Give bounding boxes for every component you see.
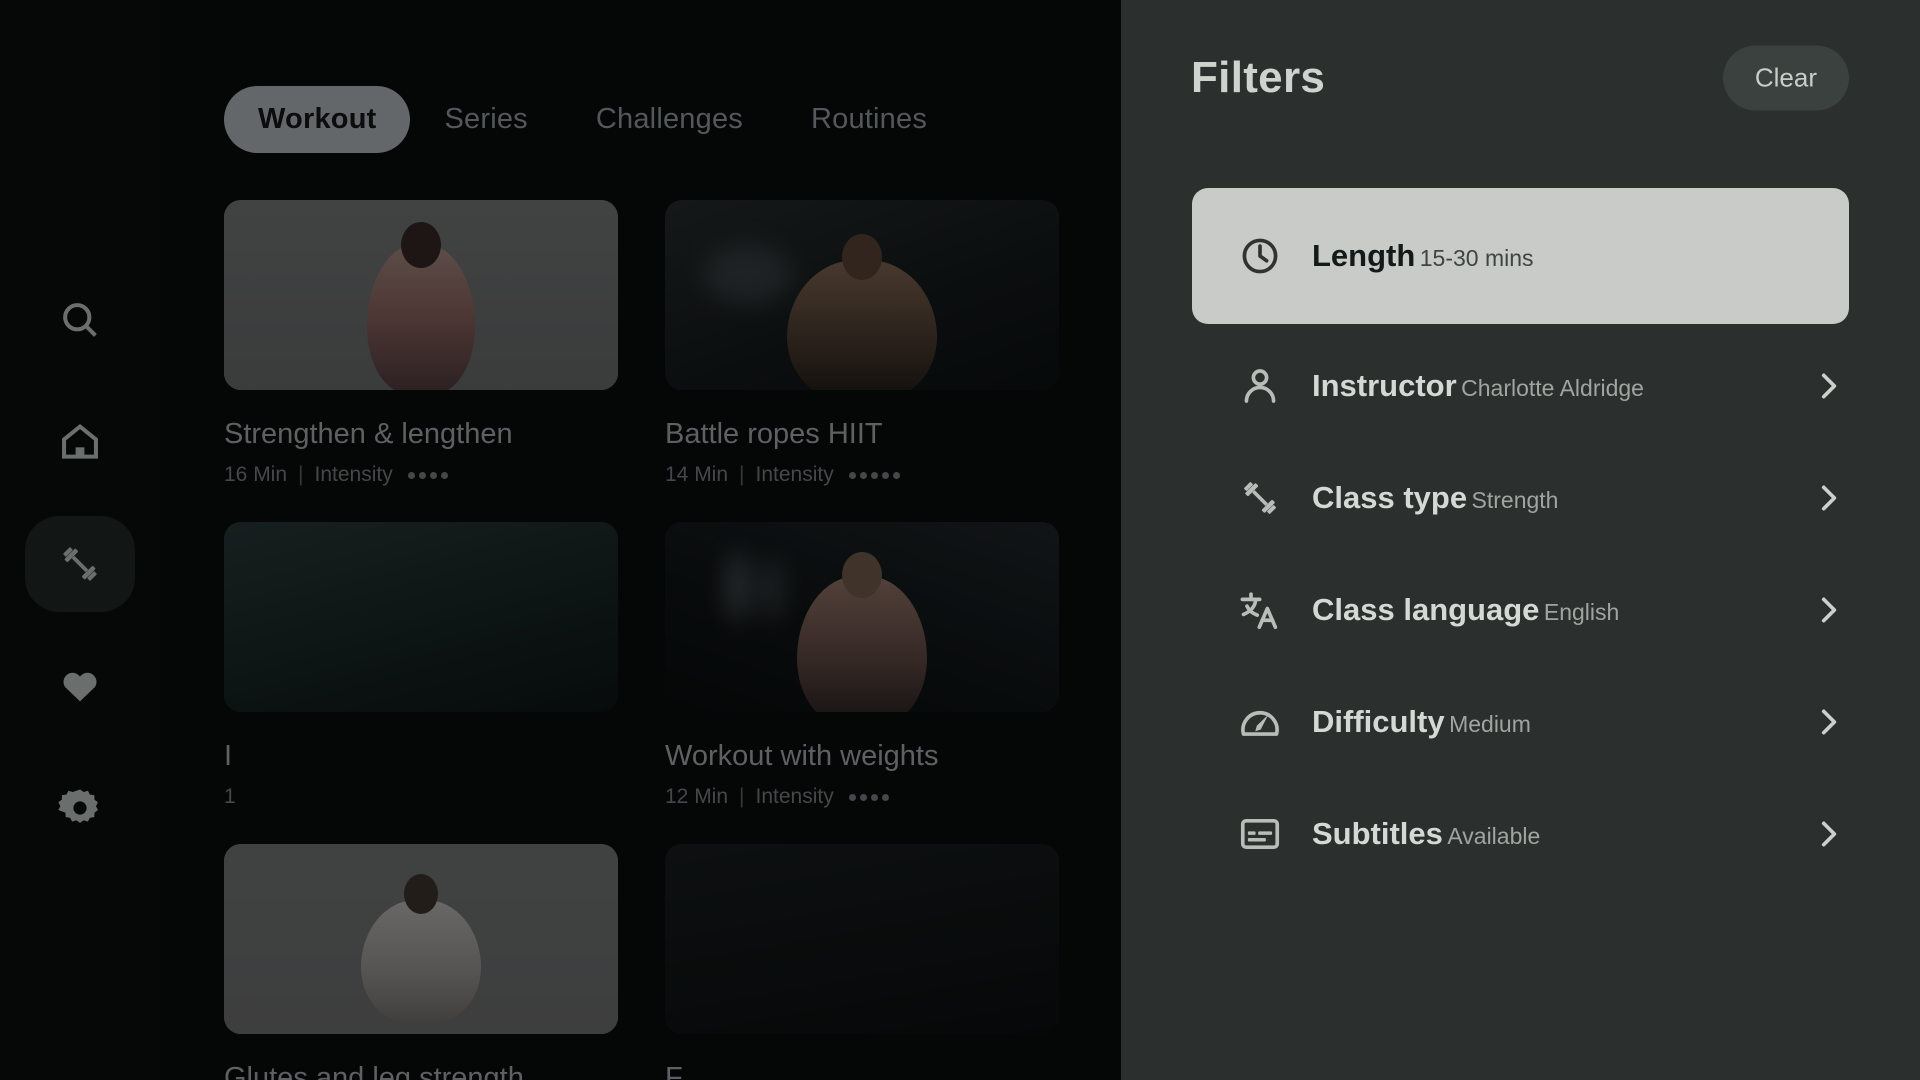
chevron-right-icon[interactable] bbox=[1811, 705, 1845, 739]
sidebar-item-search[interactable] bbox=[25, 272, 135, 368]
card-thumbnail bbox=[665, 522, 1059, 712]
card-intensity-label: Intensity bbox=[755, 785, 834, 808]
card-thumbnail bbox=[224, 522, 618, 712]
filter-text: Class language English bbox=[1312, 592, 1811, 629]
filter-label: Instructor bbox=[1312, 367, 1457, 403]
translate-icon bbox=[1237, 587, 1283, 633]
card-thumbnail bbox=[665, 844, 1059, 1034]
tab-routines[interactable]: Routines bbox=[777, 86, 961, 153]
filter-value: English bbox=[1543, 598, 1620, 625]
intensity-dots bbox=[848, 471, 900, 479]
card-thumbnail bbox=[224, 844, 618, 1034]
left-sidebar bbox=[0, 0, 160, 1080]
tab-challenges[interactable]: Challenges bbox=[562, 86, 777, 153]
card-intensity-label: Intensity bbox=[755, 463, 834, 486]
card-meta: 14 Min | Intensity bbox=[665, 463, 1059, 487]
card-title: Strengthen & lengthen bbox=[224, 418, 513, 450]
dumbbell-icon bbox=[1237, 475, 1283, 521]
card-thumbnail bbox=[224, 200, 618, 390]
chevron-right-icon[interactable] bbox=[1811, 369, 1845, 403]
card-title: I bbox=[224, 740, 233, 772]
filter-value: Medium bbox=[1449, 710, 1531, 737]
card-duration: 16 Min bbox=[224, 463, 288, 486]
filter-value: Available bbox=[1447, 822, 1541, 849]
card-meta: 1 bbox=[224, 785, 618, 809]
chevron-right-icon[interactable] bbox=[1811, 481, 1845, 515]
meta-separator: | bbox=[298, 463, 304, 486]
filter-row-difficulty[interactable]: Difficulty Medium bbox=[1192, 666, 1849, 778]
filter-row-class-type[interactable]: Class type Strength bbox=[1192, 442, 1849, 554]
filter-value: Strength bbox=[1471, 486, 1559, 513]
workout-card[interactable]: Glutes and leg strength 15 Min | Intensi… bbox=[224, 844, 618, 1080]
filter-row-subtitles[interactable]: Subtitles Available bbox=[1192, 778, 1849, 890]
card-duration: 14 Min bbox=[665, 463, 729, 486]
card-duration: 1 bbox=[224, 785, 236, 808]
card-meta: 16 Min | Intensity bbox=[224, 463, 618, 487]
main-content: Workout Series Challenges Routines Stren… bbox=[160, 0, 1122, 1080]
home-icon bbox=[58, 420, 102, 464]
filter-row-length[interactable]: Length 15-30 mins bbox=[1192, 188, 1849, 324]
dumbbell-icon bbox=[57, 541, 103, 587]
workout-card[interactable]: Workout with weights 12 Min | Intensity bbox=[665, 522, 1059, 809]
workout-card[interactable]: Battle ropes HIIT 14 Min | Intensity bbox=[665, 200, 1059, 487]
meta-separator: | bbox=[739, 463, 745, 486]
app-root: Workout Series Challenges Routines Stren… bbox=[0, 0, 1920, 1080]
filter-text: Length 15-30 mins bbox=[1312, 238, 1849, 275]
chevron-right-icon[interactable] bbox=[1811, 593, 1845, 627]
filter-label: Subtitles bbox=[1312, 815, 1443, 851]
card-duration: 12 Min bbox=[665, 785, 729, 808]
filter-row-instructor[interactable]: Instructor Charlotte Aldridge bbox=[1192, 330, 1849, 442]
workout-card[interactable]: F 2 bbox=[665, 844, 1059, 1080]
speedometer-icon bbox=[1237, 699, 1283, 745]
sidebar-item-settings[interactable] bbox=[25, 760, 135, 856]
card-title: F bbox=[665, 1062, 683, 1080]
tab-series[interactable]: Series bbox=[410, 86, 561, 153]
filter-text: Instructor Charlotte Aldridge bbox=[1312, 368, 1811, 405]
page-title: Filters bbox=[1191, 53, 1326, 102]
search-icon bbox=[58, 298, 102, 342]
filter-text: Subtitles Available bbox=[1312, 816, 1811, 853]
filter-label: Length bbox=[1312, 237, 1416, 273]
sidebar-item-workouts[interactable] bbox=[25, 516, 135, 612]
content-tabs: Workout Series Challenges Routines bbox=[224, 86, 961, 153]
tab-workout[interactable]: Workout bbox=[224, 86, 411, 153]
sidebar-item-home[interactable] bbox=[25, 394, 135, 490]
card-thumbnail bbox=[665, 200, 1059, 390]
workout-card[interactable]: Strengthen & lengthen 16 Min | Intensity bbox=[224, 200, 618, 487]
heart-icon bbox=[58, 664, 102, 708]
filter-value: Charlotte Aldridge bbox=[1461, 374, 1644, 401]
card-intensity-label: Intensity bbox=[314, 463, 393, 486]
card-title: Battle ropes HIIT bbox=[665, 418, 883, 450]
filter-text: Class type Strength bbox=[1312, 480, 1811, 517]
subtitles-icon bbox=[1237, 811, 1283, 857]
sidebar-item-favorites[interactable] bbox=[25, 638, 135, 734]
filter-row-class-language[interactable]: Class language English bbox=[1192, 554, 1849, 666]
chevron-right-icon[interactable] bbox=[1811, 817, 1845, 851]
filter-label: Class language bbox=[1312, 591, 1540, 627]
person-icon bbox=[1237, 363, 1283, 409]
filters-panel: Filters Clear Length 15-30 mins Instruct… bbox=[1121, 0, 1920, 1080]
card-meta: 12 Min | Intensity bbox=[665, 785, 1059, 809]
filter-text: Difficulty Medium bbox=[1312, 704, 1811, 741]
filter-value: 15-30 mins bbox=[1419, 244, 1534, 271]
workout-card[interactable]: I 1 bbox=[224, 522, 618, 809]
intensity-dots bbox=[407, 471, 448, 479]
filters-header: Filters Clear bbox=[1121, 0, 1920, 170]
intensity-dots bbox=[848, 793, 889, 801]
clear-button[interactable]: Clear bbox=[1722, 45, 1849, 111]
card-title: Workout with weights bbox=[665, 740, 939, 772]
filter-label: Difficulty bbox=[1312, 703, 1445, 739]
card-title: Glutes and leg strength bbox=[224, 1062, 524, 1080]
filter-list: Length 15-30 mins Instructor Charlotte A… bbox=[1121, 188, 1920, 890]
gear-icon bbox=[58, 786, 102, 830]
workout-card-grid: Strengthen & lengthen 16 Min | Intensity bbox=[224, 200, 1122, 1080]
meta-separator: | bbox=[739, 785, 745, 808]
clock-icon bbox=[1237, 233, 1283, 279]
filter-label: Class type bbox=[1312, 479, 1468, 515]
